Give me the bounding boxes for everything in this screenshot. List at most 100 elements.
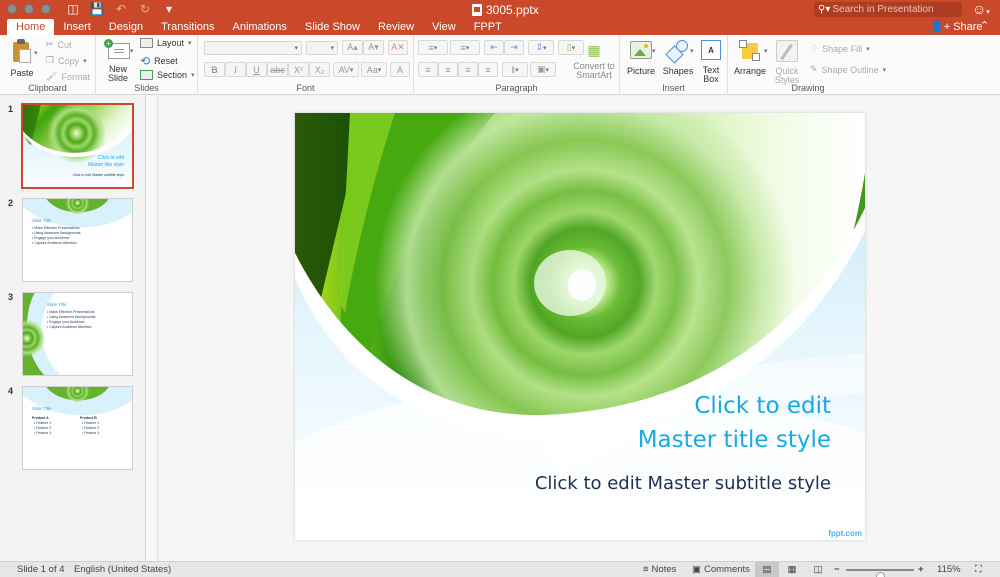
subscript-button[interactable]: X₂ [309, 62, 330, 77]
convert-to-smartart-button[interactable]: ▦ Convert to SmartArt [570, 41, 618, 80]
tab-fppt[interactable]: FPPT [465, 19, 511, 35]
slide-thumbnail-2[interactable]: Slide Title Make Effective Presentations… [22, 198, 133, 282]
quick-styles-button[interactable]: Quick Styles [772, 40, 802, 85]
tab-view[interactable]: View [423, 19, 465, 35]
undo-icon[interactable]: ↶ [114, 2, 128, 16]
normal-view-button[interactable]: ▤ [755, 562, 779, 577]
shrink-font-button[interactable]: A▾ [363, 40, 384, 55]
ribbon: Paste ▾ ✂ Cut ❐ Copy ▾ 🖌 Format Clipboar… [0, 35, 1000, 95]
font-color-button[interactable]: A [390, 62, 410, 77]
notes-button[interactable]: ≡ Notes [643, 564, 676, 575]
pencil-icon: ✎ [810, 64, 818, 74]
slide-sorter-view-button[interactable]: ▦ [782, 562, 802, 577]
shapes-dropdown-icon[interactable]: ▾ [690, 47, 694, 55]
picture-dropdown-icon[interactable]: ▾ [652, 47, 656, 55]
justify-button[interactable]: ≡ [478, 62, 498, 77]
superscript-button[interactable]: X² [288, 62, 309, 77]
arrange-icon [739, 40, 761, 62]
clear-formatting-icon[interactable]: A✕ [388, 40, 408, 55]
slide-title-placeholder[interactable]: Click to edit Master title style [638, 389, 831, 457]
tab-transitions[interactable]: Transitions [152, 19, 223, 35]
share-button[interactable]: 👤+ Share [930, 20, 982, 34]
tab-insert[interactable]: Insert [54, 19, 100, 35]
underline-button[interactable]: U [246, 62, 267, 77]
cut-button[interactable]: ✂ Cut [46, 39, 72, 50]
increase-indent-button[interactable]: ⇥ [504, 40, 524, 55]
text-direction-button[interactable]: ‖ ▾ [502, 62, 528, 77]
zoom-window-button[interactable] [41, 4, 51, 14]
comments-label: Comments [703, 564, 750, 575]
feedback-smiley-icon[interactable]: ☺▾ [972, 1, 990, 17]
zoom-in-button[interactable]: + [918, 564, 924, 575]
change-case-button[interactable]: Aa ▾ [361, 62, 387, 77]
align-center-button[interactable]: ≡ [438, 62, 458, 77]
paste-dropdown-icon[interactable]: ▾ [34, 49, 38, 57]
fit-to-window-icon[interactable]: ⛶ [975, 564, 982, 575]
tab-home[interactable]: Home [7, 19, 55, 35]
normal-view-icon: ▤ [762, 564, 772, 575]
layout-button[interactable]: Layout ▾ [140, 38, 192, 48]
search-box[interactable]: ⚲▾ [814, 2, 962, 17]
shapes-button[interactable]: Shapes [662, 40, 694, 76]
grow-font-button[interactable]: A▴ [342, 40, 363, 55]
character-spacing-button[interactable]: AV ▾ [333, 62, 359, 77]
tab-review[interactable]: Review [369, 19, 423, 35]
arrange-dropdown-icon[interactable]: ▾ [764, 47, 768, 55]
language-status[interactable]: English (United States) [74, 564, 171, 575]
text-box-button[interactable]: A Text Box [698, 40, 724, 84]
slide-subtitle-placeholder[interactable]: Click to edit Master subtitle style [535, 473, 831, 494]
minimize-window-button[interactable] [24, 4, 34, 14]
zoom-percent[interactable]: 115% [937, 564, 961, 575]
tab-animations[interactable]: Animations [224, 19, 296, 35]
font-size-select[interactable]: ▾ [306, 41, 338, 55]
panel-splitter[interactable] [146, 96, 158, 561]
comment-icon: ▣ [692, 564, 701, 575]
insert-group-label: Insert [662, 83, 685, 93]
thumb-column-b-heading: Product B [80, 416, 97, 420]
search-input[interactable] [832, 4, 958, 15]
font-name-select[interactable]: ▾ [204, 41, 302, 55]
align-left-button[interactable]: ≡ [418, 62, 438, 77]
status-bar: Slide 1 of 4 English (United States) ≡ N… [0, 561, 1000, 577]
bullets-button[interactable]: ≡ ▾ [418, 40, 448, 55]
presenter-view-button[interactable]: ◫ [808, 562, 828, 577]
align-text-button[interactable]: ▣ ▾ [530, 62, 556, 77]
slide-thumbnail-4[interactable]: Slide Title Product A Feature 1 Feature … [22, 386, 133, 470]
italic-button[interactable]: I [225, 62, 246, 77]
strikethrough-button[interactable]: abc [267, 62, 288, 77]
reset-button[interactable]: ⟲ Reset [140, 54, 178, 68]
sidebar-toggle-icon[interactable]: ◫ [66, 2, 80, 16]
redo-icon[interactable]: ↻ [138, 2, 152, 16]
paste-button[interactable]: Paste [8, 39, 36, 78]
collapse-ribbon-icon[interactable]: ⌃ [980, 19, 989, 32]
bold-button[interactable]: B [204, 62, 225, 77]
zoom-slider[interactable] [846, 569, 914, 577]
shape-outline-button[interactable]: ✎ Shape Outline ▾ [810, 64, 886, 75]
zoom-slider-knob[interactable] [875, 572, 885, 577]
align-right-button[interactable]: ≡ [458, 62, 478, 77]
new-slide-button[interactable]: + New Slide [102, 39, 134, 83]
tab-design[interactable]: Design [100, 19, 152, 35]
decrease-indent-button[interactable]: ⇤ [484, 40, 504, 55]
copy-button[interactable]: ❐ Copy ▾ [46, 55, 87, 66]
zoom-out-button[interactable]: − [834, 564, 840, 575]
line-spacing-button[interactable]: ⇕ ▾ [528, 40, 554, 55]
numbering-button[interactable]: ≡ ▾ [450, 40, 480, 55]
shape-fill-button[interactable]: ♢ Shape Fill ▾ [810, 43, 870, 54]
scissors-icon: ✂ [46, 39, 54, 49]
new-slide-dropdown-icon[interactable]: ▾ [130, 47, 134, 55]
slide-title-line-1: Click to edit [694, 393, 831, 419]
tab-slide-show[interactable]: Slide Show [296, 19, 369, 35]
slide-thumbnail-1[interactable]: Click to edit Master title style Click t… [21, 103, 134, 189]
pptx-file-icon [472, 4, 482, 16]
comments-button[interactable]: ▣ Comments [692, 564, 750, 575]
text-box-icon: A [701, 40, 721, 60]
slide-1-editor[interactable]: Click to edit Master title style Click t… [295, 113, 865, 540]
save-icon[interactable]: 💾 [90, 2, 105, 16]
format-painter-button[interactable]: 🖌 Format [46, 71, 90, 82]
slide-thumbnail-3[interactable]: Slide Title Make Effective Presentations… [22, 292, 133, 376]
arrange-button[interactable]: Arrange [734, 40, 766, 76]
close-window-button[interactable] [7, 4, 17, 14]
section-button[interactable]: Section ▾ [140, 70, 195, 80]
customize-qat-icon[interactable]: ▾ [162, 2, 176, 16]
